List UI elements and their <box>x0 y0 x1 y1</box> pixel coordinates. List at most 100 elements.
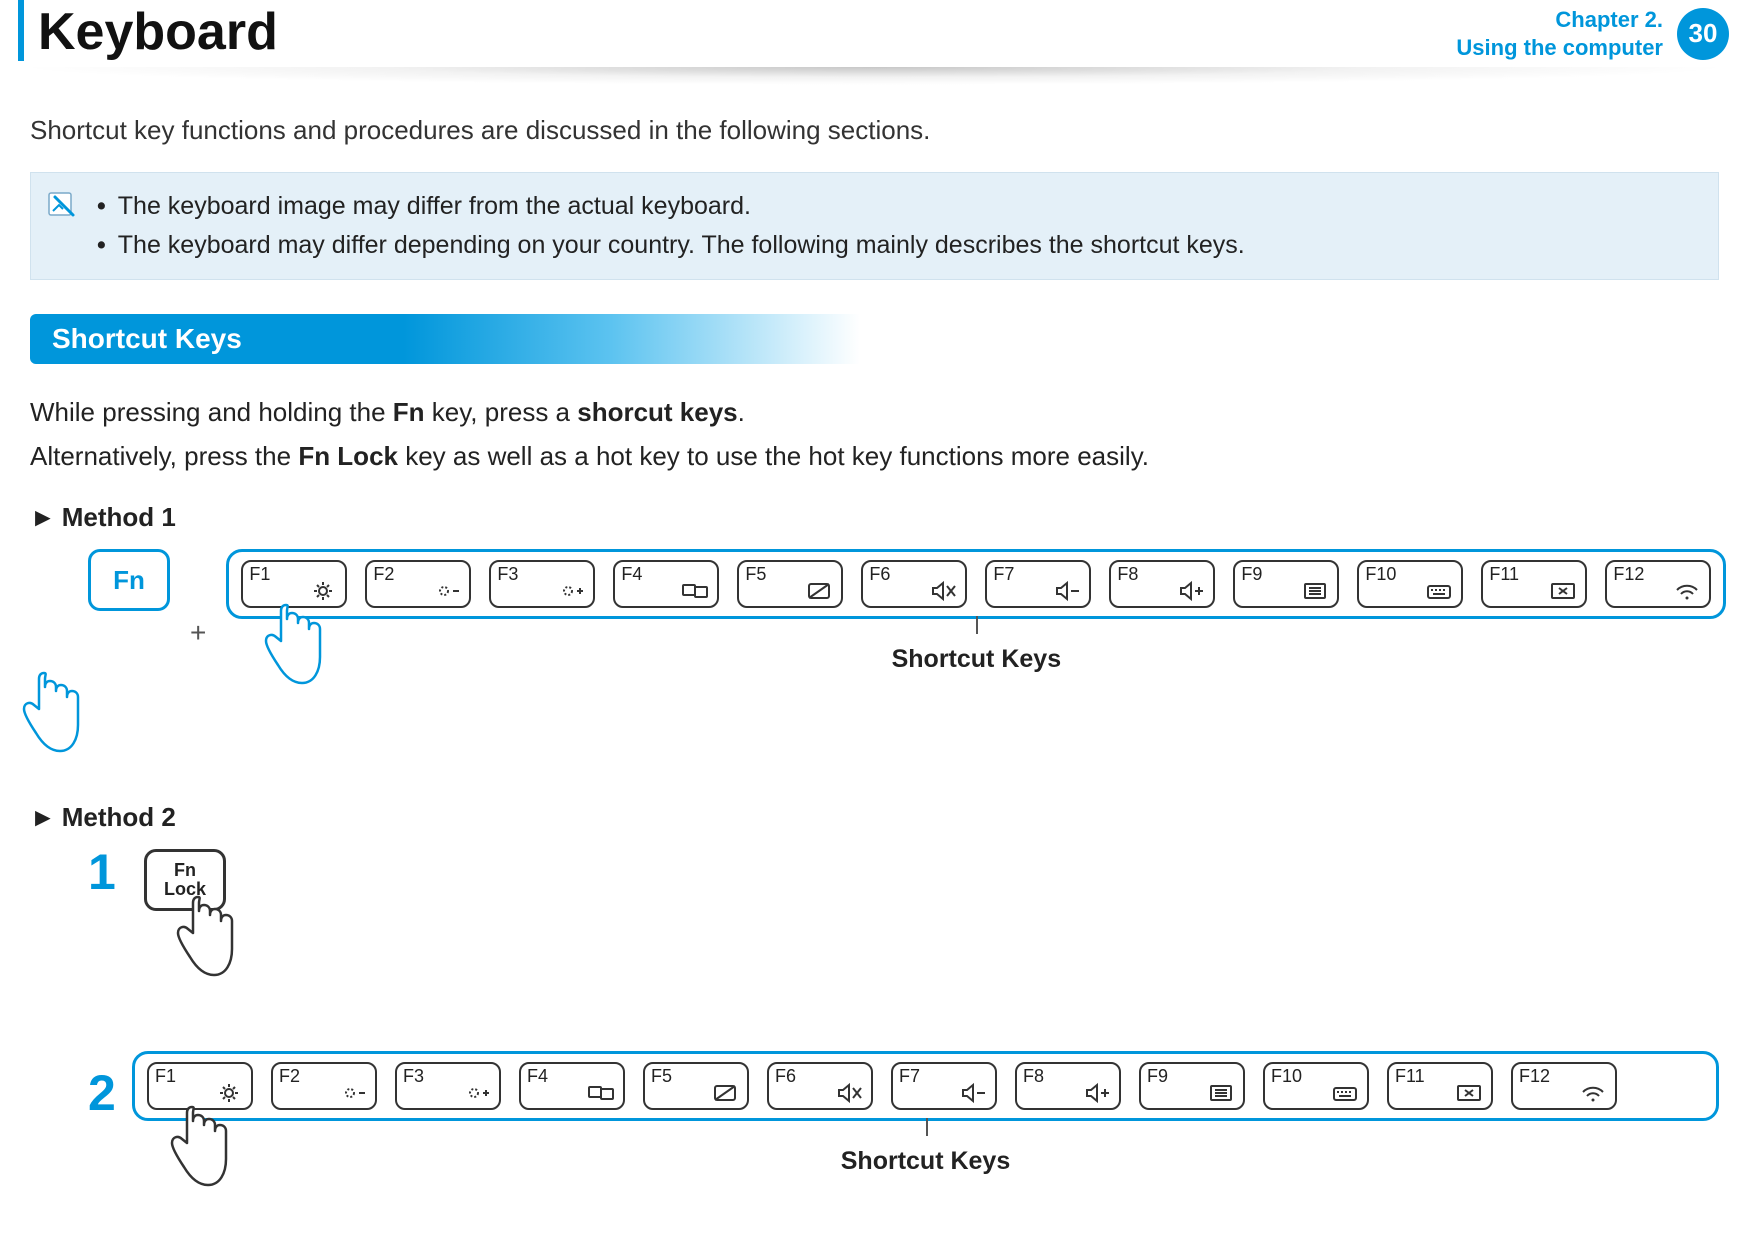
step-number-1: 1 <box>88 843 116 901</box>
f-key-label: F11 <box>1395 1066 1425 1087</box>
f-key-label: F6 <box>869 564 890 585</box>
function-row-caption: Shortcut Keys <box>132 1147 1719 1176</box>
f-key-f5: F5 <box>737 560 843 608</box>
f-key-f6: F6 <box>767 1062 873 1110</box>
hand-press-icon <box>162 1101 232 1196</box>
note-box: The keyboard image may differ from the a… <box>30 172 1719 280</box>
vol-up-icon <box>1175 580 1207 602</box>
list-icon <box>1205 1082 1237 1104</box>
keyboard-icon <box>1423 580 1455 602</box>
method-1-label: ►Method 1 <box>30 502 1719 533</box>
bright-down-icon <box>431 580 463 602</box>
f-key-f10: F10 <box>1357 560 1463 608</box>
function-key-row: F1 F2 F3 F4 F5 F6 F7 F8 F9 F10 F11 F12 <box>226 549 1726 619</box>
header-divider-shadow <box>10 67 1739 85</box>
chapter-line-1: Chapter 2. <box>1456 6 1663 34</box>
f-key-label: F8 <box>1023 1066 1044 1087</box>
f-key-label: F11 <box>1489 564 1519 585</box>
f-key-f6: F6 <box>861 560 967 608</box>
f-key-label: F5 <box>651 1066 672 1087</box>
f-key-f8: F8 <box>1015 1062 1121 1110</box>
f-key-f12: F12 <box>1511 1062 1617 1110</box>
note-item: The keyboard may differ depending on you… <box>93 226 1245 265</box>
f-key-label: F12 <box>1613 564 1644 585</box>
section-banner: Shortcut Keys <box>30 314 860 364</box>
keyboard-icon <box>1329 1082 1361 1104</box>
list-icon <box>1299 580 1331 602</box>
mute-icon <box>833 1082 865 1104</box>
f-key-f7: F7 <box>985 560 1091 608</box>
f-key-label: F7 <box>993 564 1014 585</box>
f-key-label: F4 <box>527 1066 548 1087</box>
f-key-f3: F3 <box>395 1062 501 1110</box>
display-switch-icon <box>679 580 711 602</box>
intro-text: Shortcut key functions and procedures ar… <box>30 115 1719 146</box>
bright-up-icon <box>461 1082 493 1104</box>
note-icon <box>45 187 79 265</box>
triangle-icon: ► <box>30 502 56 532</box>
hand-press-icon <box>256 599 326 694</box>
f-key-f4: F4 <box>613 560 719 608</box>
f-key-f2: F2 <box>271 1062 377 1110</box>
wifi-icon <box>1577 1082 1609 1104</box>
vol-down-icon <box>957 1082 989 1104</box>
f-key-label: F2 <box>279 1066 300 1087</box>
f-key-f4: F4 <box>519 1062 625 1110</box>
connector-line <box>976 616 978 634</box>
f-key-label: F4 <box>621 564 642 585</box>
paragraph: While pressing and holding the Fn key, p… <box>30 392 1719 432</box>
f-key-label: F5 <box>745 564 766 585</box>
f-key-f12: F12 <box>1605 560 1711 608</box>
chapter-label: Chapter 2. Using the computer <box>1456 6 1663 61</box>
f-key-f3: F3 <box>489 560 595 608</box>
vol-down-icon <box>1051 580 1083 602</box>
f-key-f2: F2 <box>365 560 471 608</box>
screen-x-icon <box>1547 580 1579 602</box>
f-key-label: F1 <box>155 1066 176 1087</box>
function-row-caption: Shortcut Keys <box>226 645 1726 674</box>
note-list: The keyboard image may differ from the a… <box>93 187 1245 265</box>
f-key-label: F12 <box>1519 1066 1550 1087</box>
paragraph: Alternatively, press the Fn Lock key as … <box>30 436 1719 476</box>
f-key-label: F2 <box>373 564 394 585</box>
triangle-icon: ► <box>30 802 56 832</box>
f-key-f11: F11 <box>1481 560 1587 608</box>
hand-press-icon <box>168 891 238 986</box>
f-key-f5: F5 <box>643 1062 749 1110</box>
plus-symbol: + <box>190 617 206 649</box>
page-title: Keyboard <box>18 0 278 61</box>
bright-down-icon <box>337 1082 369 1104</box>
screen-x-icon <box>1453 1082 1485 1104</box>
f-key-f9: F9 <box>1139 1062 1245 1110</box>
f-key-label: F10 <box>1365 564 1396 585</box>
f-key-label: F1 <box>249 564 270 585</box>
header: Keyboard Chapter 2. Using the computer 3… <box>0 0 1749 61</box>
connector-line <box>926 1118 928 1136</box>
f-key-f7: F7 <box>891 1062 997 1110</box>
f-key-label: F6 <box>775 1066 796 1087</box>
method-2-label: ►Method 2 <box>30 802 1719 833</box>
page-number-badge: 30 <box>1677 8 1729 60</box>
hand-press-icon <box>14 667 170 762</box>
bright-up-icon <box>555 580 587 602</box>
f-key-f8: F8 <box>1109 560 1215 608</box>
f-key-f9: F9 <box>1233 560 1339 608</box>
touchpad-off-icon <box>709 1082 741 1104</box>
wifi-icon <box>1671 580 1703 602</box>
function-key-row: F1 F2 F3 F4 F5 F6 F7 F8 F9 F10 F11 F12 <box>132 1051 1719 1121</box>
display-switch-icon <box>585 1082 617 1104</box>
header-right: Chapter 2. Using the computer 30 <box>1456 6 1729 61</box>
f-key-f10: F10 <box>1263 1062 1369 1110</box>
vol-up-icon <box>1081 1082 1113 1104</box>
f-key-label: F9 <box>1147 1066 1168 1087</box>
step-number-2: 2 <box>88 1064 116 1122</box>
f-key-label: F3 <box>497 564 518 585</box>
chapter-line-2: Using the computer <box>1456 34 1663 62</box>
method-2-diagram: 1 Fn Lock 2 F1F2F3F4F5F6F7F8F9F10F11F12 … <box>88 849 1719 1176</box>
f-key-f11: F11 <box>1387 1062 1493 1110</box>
f-key-label: F7 <box>899 1066 920 1087</box>
f-key-label: F3 <box>403 1066 424 1087</box>
f-key-label: F10 <box>1271 1066 1302 1087</box>
method-1-diagram: Fn + F1F2F3F4F5F6F7F8F9F10F11F12 Shortcu… <box>88 549 1719 762</box>
note-item: The keyboard image may differ from the a… <box>93 187 1245 226</box>
